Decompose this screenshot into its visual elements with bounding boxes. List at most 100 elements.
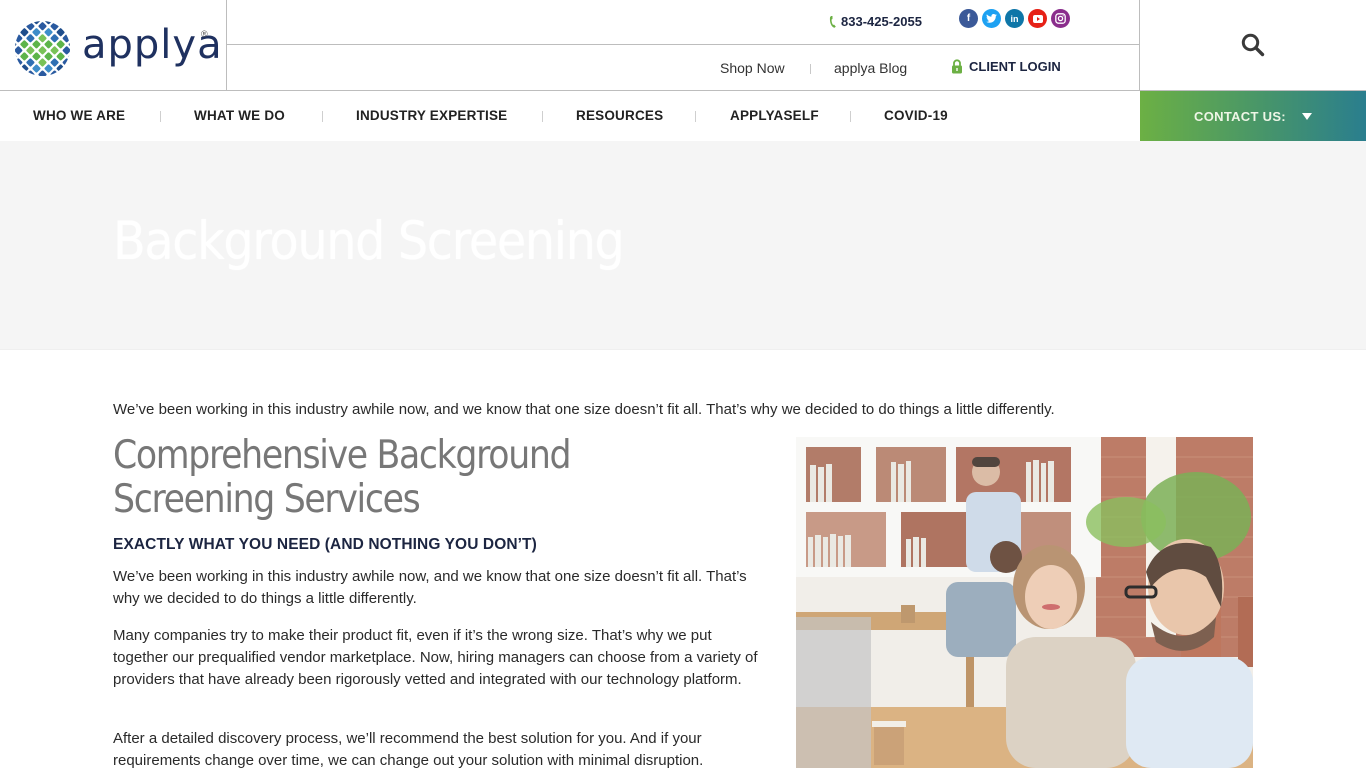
globe-tile <box>14 52 17 61</box>
social-links: f in <box>959 9 1070 28</box>
nav-what-we-do[interactable]: WHAT WE DO <box>194 108 285 123</box>
globe-tile <box>38 58 47 67</box>
nav-resources[interactable]: RESOURCES <box>576 108 663 123</box>
search-area <box>1140 0 1366 91</box>
globe-tile <box>14 34 23 43</box>
globe-tile <box>56 28 65 37</box>
globe-tile <box>44 28 53 37</box>
globe-tile <box>44 40 53 49</box>
applya-blog-link[interactable]: applya Blog <box>834 60 907 76</box>
globe-tile <box>68 52 71 61</box>
globe-tile <box>20 28 29 37</box>
phone-icon <box>829 15 836 28</box>
body-paragraph: Many companies try to make their product… <box>113 627 758 688</box>
logo-wordmark: applya <box>82 22 223 68</box>
linkedin-glyph: in <box>1010 13 1019 24</box>
twitter-icon[interactable] <box>982 9 1001 28</box>
globe-tile <box>62 70 71 77</box>
globe-tile <box>26 58 35 67</box>
search-icon[interactable] <box>1240 32 1266 58</box>
globe-tile <box>32 40 41 49</box>
globe-tile <box>68 40 71 49</box>
office-team-photo <box>796 437 1253 768</box>
facebook-glyph: f <box>966 13 971 24</box>
body-paragraph: After a detailed discovery process, we’l… <box>113 730 704 768</box>
caret-down-icon <box>1301 112 1312 120</box>
globe-tile <box>20 20 29 25</box>
registered-mark: ® <box>201 29 208 39</box>
shop-now-link[interactable]: Shop Now <box>720 60 785 76</box>
globe-tile <box>20 76 29 77</box>
globe-tile <box>14 28 17 37</box>
globe-tile <box>44 20 53 25</box>
section-subtitle: EXACTLY WHAT YOU NEED (AND NOTHING YOU D… <box>113 536 537 553</box>
instagram-icon[interactable] <box>1051 9 1070 28</box>
globe-tile <box>62 34 71 43</box>
nav-divider <box>850 111 851 122</box>
divider <box>810 64 811 74</box>
globe-tile <box>38 70 47 77</box>
globe-tile <box>44 52 53 61</box>
globe-tile <box>32 64 41 73</box>
instagram-camera-glyph <box>1055 13 1066 24</box>
contact-us-dropdown[interactable]: CONTACT US: <box>1140 91 1366 141</box>
youtube-play-glyph <box>1032 14 1043 23</box>
globe-tile <box>26 22 35 31</box>
globe-tile <box>26 34 35 43</box>
globe-tile <box>26 46 35 55</box>
globe-tile <box>56 64 65 73</box>
lock-icon <box>952 59 962 74</box>
facebook-icon[interactable]: f <box>959 9 978 28</box>
globe-tile <box>14 70 23 77</box>
intro-text: We’ve been working in this industry awhi… <box>113 401 1055 418</box>
globe-tile <box>56 40 65 49</box>
globe-tile <box>68 28 71 37</box>
globe-tile <box>32 20 41 25</box>
client-login-label: CLIENT LOGIN <box>969 59 1061 74</box>
globe-tile <box>50 34 59 43</box>
contact-us-label: CONTACT US: <box>1194 108 1286 124</box>
secondary-links-bar: Shop Now applya Blog CLIENT LOGIN <box>227 45 1140 91</box>
site-header: applya ® 833-425-2055 f in Shop Now appl… <box>0 0 1366 141</box>
globe-tile <box>62 58 71 67</box>
client-login-link[interactable]: CLIENT LOGIN <box>951 59 1061 74</box>
globe-tile <box>56 76 65 77</box>
phone-number: 833-425-2055 <box>841 14 922 29</box>
globe-tile <box>26 70 35 77</box>
phone-link[interactable]: 833-425-2055 <box>829 14 922 29</box>
page-title: Background Screening <box>113 211 625 272</box>
nav-divider <box>322 111 323 122</box>
globe-tile <box>50 22 59 31</box>
top-utility-bar: 833-425-2055 f in <box>227 0 1140 45</box>
nav-divider <box>695 111 696 122</box>
logo-link[interactable]: applya ® <box>0 0 227 91</box>
globe-tile <box>62 22 71 31</box>
globe-tile <box>38 22 47 31</box>
globe-tile <box>50 46 59 55</box>
youtube-icon[interactable] <box>1028 9 1047 28</box>
linkedin-icon[interactable]: in <box>1005 9 1024 28</box>
main-navigation: WHO WE ARE WHAT WE DO INDUSTRY EXPERTISE… <box>0 91 1140 141</box>
globe-tile <box>20 52 29 61</box>
nav-who-we-are[interactable]: WHO WE ARE <box>33 108 125 123</box>
nav-industry-expertise[interactable]: INDUSTRY EXPERTISE <box>356 108 507 123</box>
globe-tile <box>56 20 65 25</box>
globe-tile <box>44 64 53 73</box>
section-title: Comprehensive Background Screening Servi… <box>113 433 572 522</box>
globe-tile <box>38 34 47 43</box>
globe-tile <box>14 20 17 25</box>
applya-globe-logo-icon <box>14 20 71 77</box>
nav-covid-19[interactable]: COVID-19 <box>884 108 948 123</box>
body-paragraph: We’ve been working in this industry awhi… <box>113 568 747 607</box>
globe-tile <box>20 64 29 73</box>
globe-tile <box>32 76 41 77</box>
nav-divider <box>160 111 161 122</box>
globe-tile <box>50 70 59 77</box>
globe-tile <box>68 64 71 73</box>
globe-tile <box>38 46 47 55</box>
nav-divider <box>542 111 543 122</box>
globe-tile <box>14 76 17 77</box>
nav-applyaself[interactable]: APPLYASELF <box>730 108 819 123</box>
globe-tile <box>32 28 41 37</box>
globe-tile <box>68 76 71 77</box>
